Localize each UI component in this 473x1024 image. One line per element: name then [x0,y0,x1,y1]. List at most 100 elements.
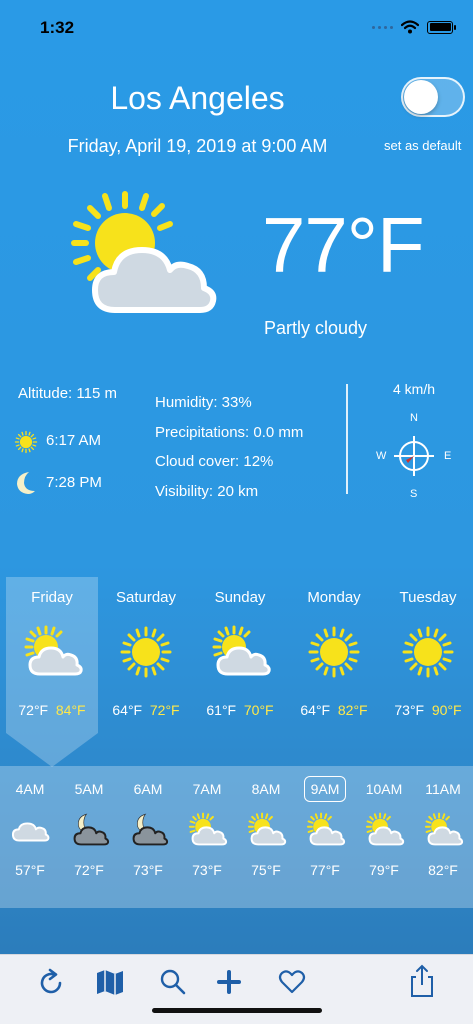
hour-label: 4AM [15,781,45,797]
daily-item[interactable]: Saturday 64°F 72°F [99,589,193,718]
share-icon[interactable] [407,963,437,999]
partly-cloudy-icon [208,624,272,680]
date-time: Friday, April 19, 2019 at 9:00 AM [67,136,328,156]
partly-cloudy-icon [422,810,464,850]
hourly-item[interactable]: 6AM 73°F [119,776,177,878]
status-time: 1:32 [40,18,75,37]
low-temp: 64°F [300,702,331,718]
compass-west: W [376,450,387,462]
hour-temp: 79°F [369,862,399,878]
high-temp: 90°F [431,702,462,718]
moon-cloud-icon [68,810,110,850]
day-name: Tuesday [399,589,457,606]
wifi-icon [401,20,419,34]
sunset-time: 7:28 PM [46,474,102,491]
compass-icon [394,436,434,476]
add-icon[interactable] [214,967,244,997]
hourly-item[interactable]: 4AM 57°F [1,776,59,878]
partly-cloudy-icon [186,810,228,850]
toggle-knob [404,80,438,114]
daily-item[interactable]: Sunday 61°F 70°F [193,589,287,718]
default-toggle[interactable] [401,77,465,117]
high-temp: 84°F [55,702,86,718]
hourly-item[interactable]: 9AM 77°F [296,776,354,878]
hour-temp: 57°F [15,862,45,878]
divider [346,384,348,494]
current-temperature: 77°F [262,201,425,289]
selected-hour-label: 9AM [303,776,347,802]
hour-label: 11AM [425,781,461,797]
precipitations: Precipitations: 0.0 mm [155,423,304,441]
status-icons [372,20,456,34]
day-temps: 72°F 84°F [5,702,99,718]
day-name: Friday [31,589,73,606]
hour-temp: 73°F [133,862,163,878]
compass-south: S [410,488,418,500]
partly-cloudy-icon [363,810,405,850]
wind-speed: 4 km/h [392,381,435,397]
sun-icon [302,624,366,680]
hour-temp: 75°F [251,862,281,878]
hour-temp: 72°F [74,862,104,878]
hourly-item[interactable]: 10AM 79°F [355,776,413,878]
high-temp: 82°F [337,702,368,718]
high-temp: 70°F [243,702,274,718]
map-icon[interactable] [95,967,125,997]
day-temps: 64°F 82°F [287,702,381,718]
day-name: Monday [307,589,361,606]
partly-cloudy-icon [71,191,217,313]
cloud-cover: Cloud cover: 12% [155,453,274,470]
hour-temp: 73°F [192,862,222,878]
hour-label: 5AM [74,781,104,797]
moon-cloud-icon [127,810,169,850]
hour-label: 6AM [133,781,163,797]
altitude: Altitude: 115 m [18,385,117,402]
hour-temp: 82°F [428,862,458,878]
hour-label: 7AM [192,781,222,797]
current-condition: Partly cloudy [264,318,368,338]
humidity: Humidity: 33% [155,394,252,411]
low-temp: 64°F [112,702,143,718]
low-temp: 61°F [206,702,237,718]
moon-icon [17,472,35,494]
day-name: Saturday [115,589,177,606]
hourly-item[interactable]: 8AM 75°F [237,776,295,878]
sunrise-time: 6:17 AM [46,432,102,449]
bottom-toolbar [0,954,473,1024]
refresh-icon[interactable] [36,967,66,997]
compass-east: E [444,450,452,462]
search-icon[interactable] [158,967,188,997]
home-indicator [152,1008,322,1013]
sun-icon [396,624,460,680]
cloud-icon [9,810,51,850]
partly-cloudy-icon [245,810,287,850]
heart-icon[interactable] [277,967,307,997]
wind-compass: N W E S [372,410,456,500]
low-temp: 72°F [18,702,49,718]
day-name: Sunday [214,589,266,606]
daily-item[interactable]: Monday 64°F 82°F [287,589,381,718]
hourly-item[interactable]: 7AM 73°F [178,776,236,878]
hourly-item[interactable]: 11AM 82°F [414,776,472,878]
day-temps: 61°F 70°F [193,702,287,718]
daily-item[interactable]: Friday 72°F 84°F [5,589,99,718]
hour-temp: 77°F [310,862,340,878]
day-temps: 64°F 72°F [99,702,193,718]
hour-label: 8AM [251,781,281,797]
signal-icon [372,25,393,29]
visibility: Visibility: 20 km [155,482,259,500]
day-temps: 73°F 90°F [381,702,473,718]
battery-icon [427,20,456,34]
daily-item[interactable]: Tuesday 73°F 90°F [381,589,473,718]
set-default-label: set as default [384,138,462,153]
partly-cloudy-icon [304,810,346,850]
hour-label: 10AM [365,781,403,797]
low-temp: 73°F [394,702,425,718]
sun-icon [114,624,178,680]
hourly-item[interactable]: 5AM 72°F [60,776,118,878]
city-name: Los Angeles [110,80,285,116]
high-temp: 72°F [149,702,180,718]
partly-cloudy-icon [20,624,84,680]
weather-details: Humidity: 33% Precipitations: 0.0 mm Clo… [155,388,303,506]
compass-north: N [410,412,418,424]
